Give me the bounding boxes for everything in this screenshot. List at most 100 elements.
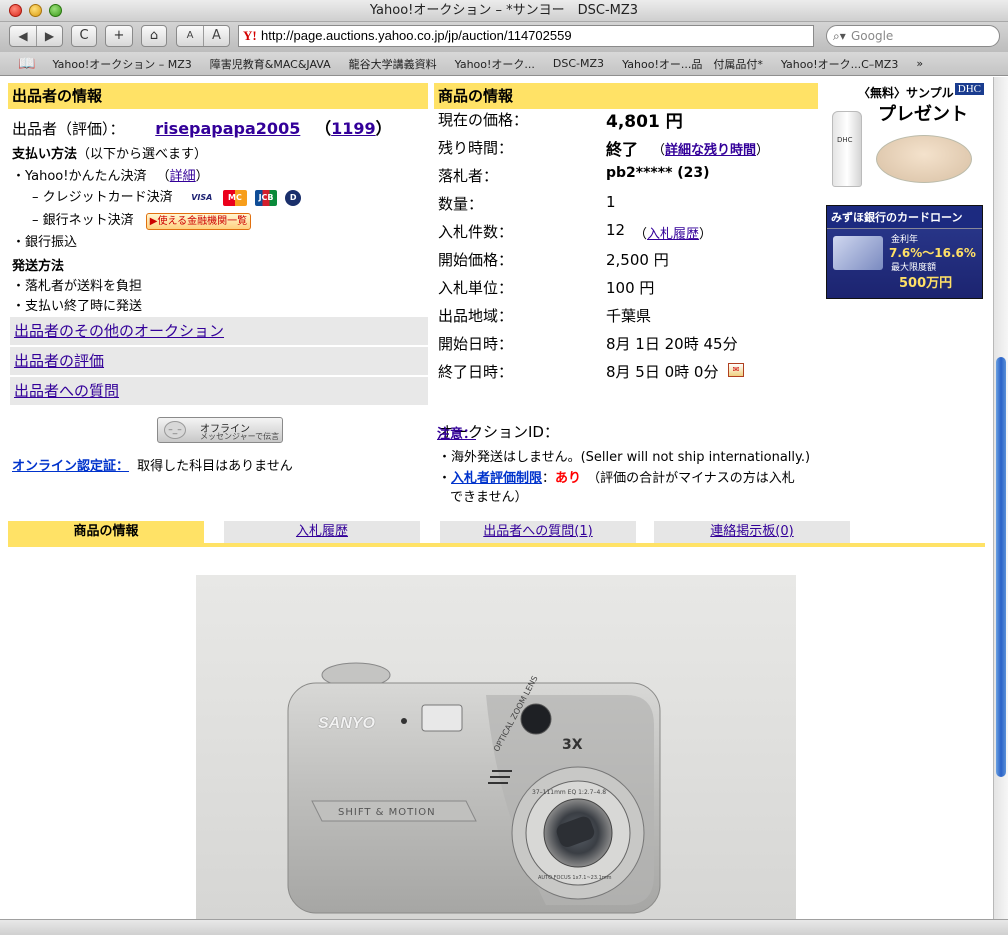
restriction-text-1: （評価の合計がマイナスの方は入札 [587,471,795,486]
tab-seller-questions-link[interactable]: 出品者への質問(1) [483,524,592,539]
bookmark-item[interactable]: DSC-MZ3 [544,57,613,70]
reload-button[interactable]: C [71,25,97,47]
item-row-value: 1 [606,193,616,211]
vertical-scrollbar[interactable] [993,77,1008,919]
diners-icon: D [285,189,302,206]
item-row: 入札件数： 12 （入札履歴） [438,221,712,242]
remaining-time-link[interactable]: 詳細な残り時間 [665,143,756,158]
item-row: 開始日時： 8月 1日 20時 45分 [438,333,738,354]
tab-seller-questions[interactable]: 出品者への質問(1) [440,521,636,543]
tab-message-board[interactable]: 連絡掲示板(0) [654,521,850,543]
address-text: http://page.auctions.yahoo.co.jp/jp/auct… [261,28,572,43]
item-row-value: 100 円 [606,279,655,297]
item-row-value: 12 [606,221,626,239]
jcb-icon: JCB [255,189,278,206]
note2-bullet: ・ [438,471,452,486]
back-button[interactable]: ◀ [10,26,36,46]
rating-open: （ [315,119,332,138]
seller-label: 出品者（評価）： [12,120,125,138]
home-button[interactable]: ⌂ [141,25,167,47]
mizuho-title: みずほ銀行のカードローン [827,206,982,229]
messenger-offline-button[interactable]: –_– オフライン メッセンジャーで伝言 [157,417,283,443]
tab-message-board-link[interactable]: 連絡掲示板(0) [710,524,793,539]
calendar-add-icon[interactable]: ✉ [728,363,744,377]
online-cert-row: オンライン認定証： 取得した科目はありません [12,455,293,474]
item-row-label: 現在の価格： [438,111,529,129]
dhc-bottle-image: DHC [832,111,862,187]
scrollbar-thumb[interactable] [996,357,1006,777]
mizuho-ad-banner[interactable]: みずほ銀行のカードローン 金利年 7.6%〜16.6% 最大限度額 500万円 [826,205,983,299]
item-row-label: 入札単位： [438,279,514,297]
seller-other-auctions-link[interactable]: 出品者のその他のオークション [14,322,224,340]
site-favicon-icon: Y! [243,28,257,43]
bookmark-item[interactable]: Yahoo!オー...品 付属品付* [613,56,772,72]
limit-value: 500万円 [899,276,953,291]
payment-note: （以下から選べます） [77,147,208,162]
item-row: 入札単位： 100 円 [438,277,654,298]
dhc-compact-image [876,135,972,183]
horizontal-scrollbar[interactable] [0,919,1008,935]
close-window-button[interactable] [9,4,22,17]
bid-history-link[interactable]: 入札履歴 [647,227,699,242]
seller-question-link[interactable]: 出品者への質問 [14,382,119,400]
back-forward-group: ◀ ▶ [9,25,63,47]
easy-pay-row: ・Yahoo!かんたん決済 （詳細） [12,165,209,184]
tab-bid-history[interactable]: 入札履歴 [224,521,420,543]
text-size-group: A A [176,25,230,47]
book-icon[interactable]: 📖 [0,56,43,72]
dhc-ad-banner[interactable]: DHC 〈無料〉サンプル プレゼント DHC [824,83,984,191]
zoom-window-button[interactable] [49,4,62,17]
address-field[interactable]: Y! http://page.auctions.yahoo.co.jp/jp/a… [238,25,814,47]
front-label: SHIFT & MOTION [338,807,436,818]
dhc-line1: 〈無料〉サンプル [858,86,954,100]
bookmark-item[interactable]: Yahoo!オークション – MZ3 [43,56,200,72]
seller-rating-link[interactable]: 1199 [331,119,376,138]
paren-open: （ [652,143,666,158]
item-row: 数量： 1 [438,193,616,214]
seller-section-title: 出品者の情報 [8,83,428,109]
text-bigger-button[interactable]: A [203,26,229,46]
seller-feedback-link[interactable]: 出品者の評価 [14,352,104,370]
tab-item-info[interactable]: 商品の情報 [8,521,204,543]
window-title: Yahoo!オークション – *サンヨー DSC-MZ3 [369,3,639,18]
brand-logo: SANYO [318,715,375,732]
bank-list-button[interactable]: ▶使える金融機関一覧 [145,213,252,230]
add-bookmark-button[interactable]: + [105,25,133,47]
messenger-sub: メッセンジャーで伝言 [200,432,280,441]
product-photo: SANYO 3X OPTICAL ZOOM LENS SHIFT & MOTIO… [196,575,796,919]
bookmarks-bar: 📖 Yahoo!オークション – MZ3 障害児教育&MAC&JAVA 龍谷大学… [0,52,1008,76]
item-row-value: 2,500 円 [606,251,669,269]
online-cert-value: 取得した科目はありません [137,459,293,474]
dhc-badge: DHC [954,83,984,95]
forward-button[interactable]: ▶ [36,26,62,46]
item-row-label: 出品地域： [438,307,514,325]
search-field[interactable]: ⌕▾ Google [826,25,1000,47]
item-row-label: 開始日時： [438,335,514,353]
restriction-flag: あり [555,471,582,486]
seller-feedback-bar: 出品者の評価 [10,347,428,375]
easy-pay-detail-link[interactable]: 詳細 [170,169,196,184]
paren-close: ） [699,227,713,242]
bookmarks-overflow-button[interactable]: » [907,57,932,70]
seller-other-auctions-bar: 出品者のその他のオークション [10,317,428,345]
seller-question-bar: 出品者への質問 [10,377,428,405]
bookmark-item[interactable]: Yahoo!オーク... [446,56,544,72]
bookmark-item[interactable]: 障害児教育&MAC&JAVA [201,56,340,72]
detail-open: （ [156,169,170,184]
online-cert-link[interactable]: オンライン認定証： [12,459,129,474]
bank-net-label: – 銀行ネット決済 [32,213,134,228]
tab-bid-history-link[interactable]: 入札履歴 [296,524,348,539]
magnifier-icon: ⌕▾ [833,29,846,43]
card-image [833,236,883,270]
seller-row: 出品者（評価）： risepapapa2005 （1199） [12,115,392,139]
bidder-restriction-link[interactable]: 入札者評価制限 [451,471,542,486]
notes-title-link[interactable]: 注意： [437,423,476,442]
item-row-label: 開始価格： [438,251,514,269]
seller-name-link[interactable]: risepapapa2005 [155,119,300,138]
text-smaller-button[interactable]: A [177,26,203,46]
bookmark-item[interactable]: Yahoo!オーク...C–MZ3 [772,56,907,72]
bookmark-item[interactable]: 龍谷大学講義資料 [340,56,446,72]
credit-label: – クレジットカード決済 [32,190,173,205]
item-row: 残り時間： 終了 （詳細な残り時間） [438,137,769,159]
minimize-window-button[interactable] [29,4,42,17]
